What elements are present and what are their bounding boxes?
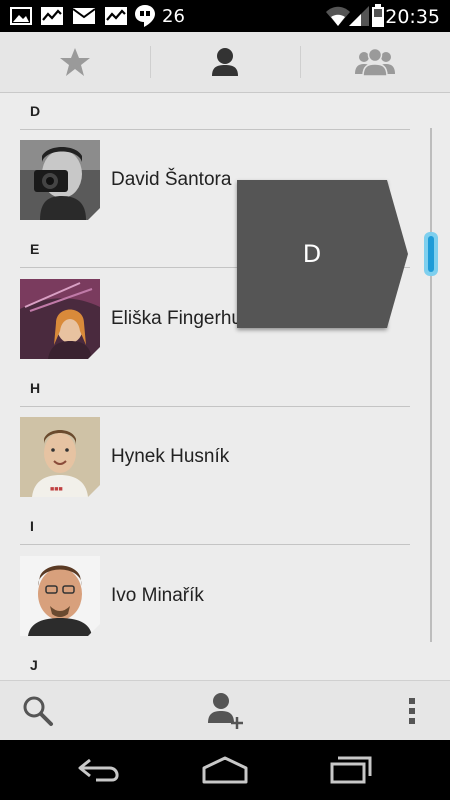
avatar[interactable] xyxy=(20,556,100,636)
group-icon xyxy=(355,47,395,77)
star-icon xyxy=(60,48,90,76)
overflow-menu-icon xyxy=(409,698,415,724)
section-letter: H xyxy=(30,380,41,396)
gmail-icon xyxy=(72,8,96,24)
add-contact-button[interactable] xyxy=(202,681,248,741)
avatar[interactable] xyxy=(20,279,100,359)
fast-scroll-bubble: D xyxy=(237,180,387,328)
search-icon xyxy=(23,696,53,726)
scroll-track[interactable] xyxy=(430,128,432,642)
overflow-menu-button[interactable] xyxy=(400,681,424,741)
back-icon[interactable] xyxy=(76,754,124,786)
avatar[interactable] xyxy=(20,140,100,220)
notification-count: 26 xyxy=(162,6,185,27)
section-letter: I xyxy=(30,518,34,534)
contact-name: Hynek Husník xyxy=(111,446,230,467)
person-icon xyxy=(212,48,238,76)
tab-contacts[interactable] xyxy=(150,32,300,92)
fast-scroll-letter: D xyxy=(302,240,322,268)
tab-bar xyxy=(0,32,450,93)
section-divider xyxy=(20,129,410,130)
fast-scroll-thumb[interactable] xyxy=(424,232,438,276)
navigation-bar xyxy=(0,740,450,800)
tab-favorites[interactable] xyxy=(0,32,150,92)
add-contact-icon xyxy=(208,693,243,729)
hangouts-icon xyxy=(135,5,155,27)
fast-scroll-bubble-pointer xyxy=(387,180,408,328)
tab-groups[interactable] xyxy=(300,32,450,92)
section-divider xyxy=(20,406,410,407)
contact-row[interactable]: Ivo Minařík xyxy=(20,556,410,636)
battery-icon xyxy=(372,4,384,27)
svg-text:■■■: ■■■ xyxy=(50,486,63,493)
search-button[interactable] xyxy=(18,681,58,741)
avatar[interactable]: ■■■ xyxy=(20,417,100,497)
contact-row[interactable]: ■■■ Hynek Husník xyxy=(20,417,410,497)
home-icon[interactable] xyxy=(200,754,250,786)
clock: 20:35 xyxy=(385,6,440,28)
activity-icon-2 xyxy=(105,7,127,25)
contact-name: David Šantora xyxy=(111,169,232,190)
image-icon xyxy=(10,7,32,25)
action-bar xyxy=(0,680,450,741)
section-divider xyxy=(20,544,410,545)
activity-icon xyxy=(41,7,63,25)
section-letter: E xyxy=(30,241,40,257)
contact-name: Ivo Minařík xyxy=(111,585,204,606)
status-bar: 26 20:35 xyxy=(0,0,450,32)
signal-icon xyxy=(349,6,369,26)
section-letter: J xyxy=(30,657,38,673)
recents-icon[interactable] xyxy=(328,754,374,786)
section-letter: D xyxy=(30,103,41,119)
